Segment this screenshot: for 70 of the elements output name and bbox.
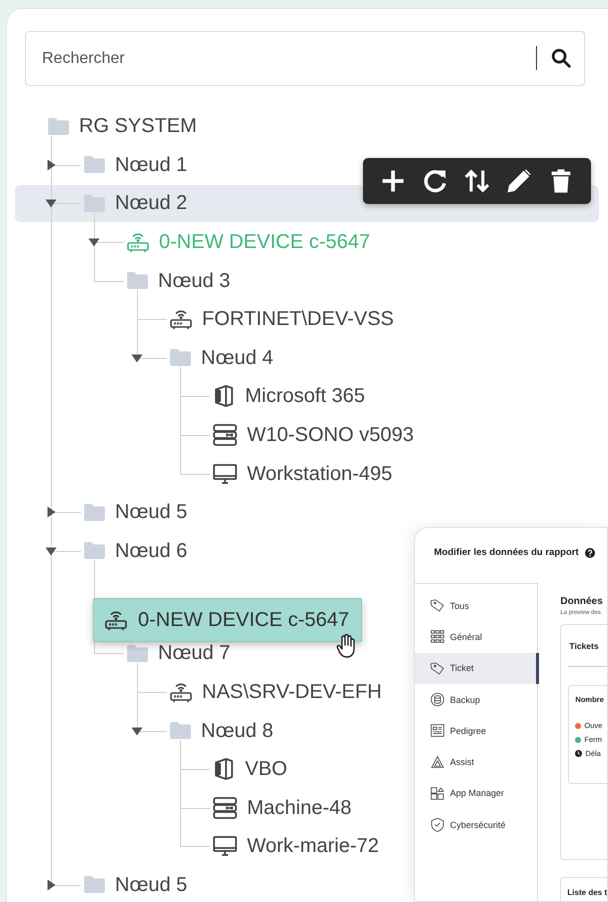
- folder-label[interactable]: RG SYSTEM: [79, 114, 197, 138]
- folder-label[interactable]: Nœud 7: [158, 641, 230, 666]
- folder-label[interactable]: Nœud 4: [201, 346, 274, 370]
- tag-icon: [430, 598, 445, 614]
- device-label[interactable]: NAS\SRV-DEV-EFH: [202, 680, 382, 704]
- server-icon: [212, 423, 238, 448]
- expand-arrow[interactable]: [45, 158, 57, 171]
- device-label[interactable]: Machine-48: [247, 796, 352, 820]
- device-label[interactable]: Workstation-495: [247, 462, 392, 486]
- device-label[interactable]: W10-SONO v5093: [247, 423, 414, 448]
- folder-label[interactable]: Nœud 6: [115, 538, 188, 563]
- nav-item[interactable]: App Manager: [415, 778, 540, 810]
- sort-arrows-icon[interactable]: [463, 167, 491, 195]
- office-icon: [212, 757, 236, 782]
- nav-item[interactable]: Général: [415, 621, 540, 653]
- hand-cursor-icon: [336, 634, 356, 658]
- folder-icon: [83, 541, 106, 560]
- monitor-icon: [212, 462, 238, 486]
- nav-item[interactable]: Cybersécurité: [415, 809, 540, 840]
- device-label[interactable]: FORTINET\DEV-VSS: [202, 307, 394, 332]
- server-icon: [212, 796, 238, 820]
- nav-item[interactable]: Backup: [415, 684, 540, 716]
- triangle-icon: [430, 754, 445, 770]
- collapse-arrow[interactable]: [45, 544, 57, 557]
- drag-preview-label: 0-NEW DEVICE c-5647: [138, 608, 350, 632]
- collapse-arrow[interactable]: [131, 724, 143, 737]
- nav-item[interactable]: Pedigree: [415, 715, 540, 746]
- folder-icon: [47, 116, 70, 136]
- folder-label[interactable]: Nœud 8: [201, 718, 274, 743]
- folder-icon: [169, 721, 192, 740]
- device-label[interactable]: Work-marie-72: [247, 834, 379, 858]
- folder-icon: [83, 155, 106, 174]
- clock-icon: [575, 750, 582, 757]
- folder-icon: [83, 875, 106, 894]
- list-card: Liste des t: [560, 877, 607, 901]
- folder-label[interactable]: Nœud 2: [115, 191, 188, 216]
- search-field[interactable]: Rechercher: [25, 31, 585, 86]
- device-label[interactable]: Microsoft 365: [245, 384, 366, 408]
- collapse-arrow[interactable]: [131, 352, 143, 364]
- folder-label[interactable]: Nœud 3: [158, 268, 230, 293]
- nav-item[interactable]: Ticket: [415, 652, 540, 684]
- folder-icon: [126, 271, 149, 290]
- refresh-icon[interactable]: [421, 167, 449, 195]
- nav-item[interactable]: Tous: [415, 590, 540, 622]
- id-card-icon: [430, 723, 445, 738]
- folder-label[interactable]: Nœud 1: [115, 152, 188, 177]
- tag-icon: [430, 660, 445, 676]
- database-icon: [430, 692, 445, 708]
- expand-arrow[interactable]: [45, 878, 57, 891]
- device-label[interactable]: VBO: [245, 757, 288, 782]
- folder-label[interactable]: Nœud 5: [115, 500, 188, 524]
- folder-label[interactable]: Nœud 5: [115, 872, 188, 897]
- help-icon[interactable]: [584, 548, 595, 558]
- folder-icon: [83, 502, 106, 522]
- expand-arrow[interactable]: [45, 506, 57, 518]
- collapse-arrow[interactable]: [88, 236, 100, 248]
- section-title: Données: [560, 596, 604, 607]
- office-icon: [212, 384, 236, 408]
- search-icon[interactable]: [550, 47, 572, 69]
- pencil-icon[interactable]: [505, 167, 533, 195]
- apps-icon: [430, 786, 445, 801]
- shield-check-icon: [430, 817, 445, 832]
- panel-title: Modifier les données du rapport: [434, 547, 579, 558]
- nav-item[interactable]: Assist: [415, 746, 540, 778]
- folder-icon: [126, 644, 149, 663]
- card-title: Tickets: [568, 625, 607, 667]
- grid-icon: [430, 629, 445, 644]
- collapse-arrow[interactable]: [45, 197, 57, 210]
- monitor-icon: [212, 834, 238, 858]
- folder-icon: [169, 348, 192, 368]
